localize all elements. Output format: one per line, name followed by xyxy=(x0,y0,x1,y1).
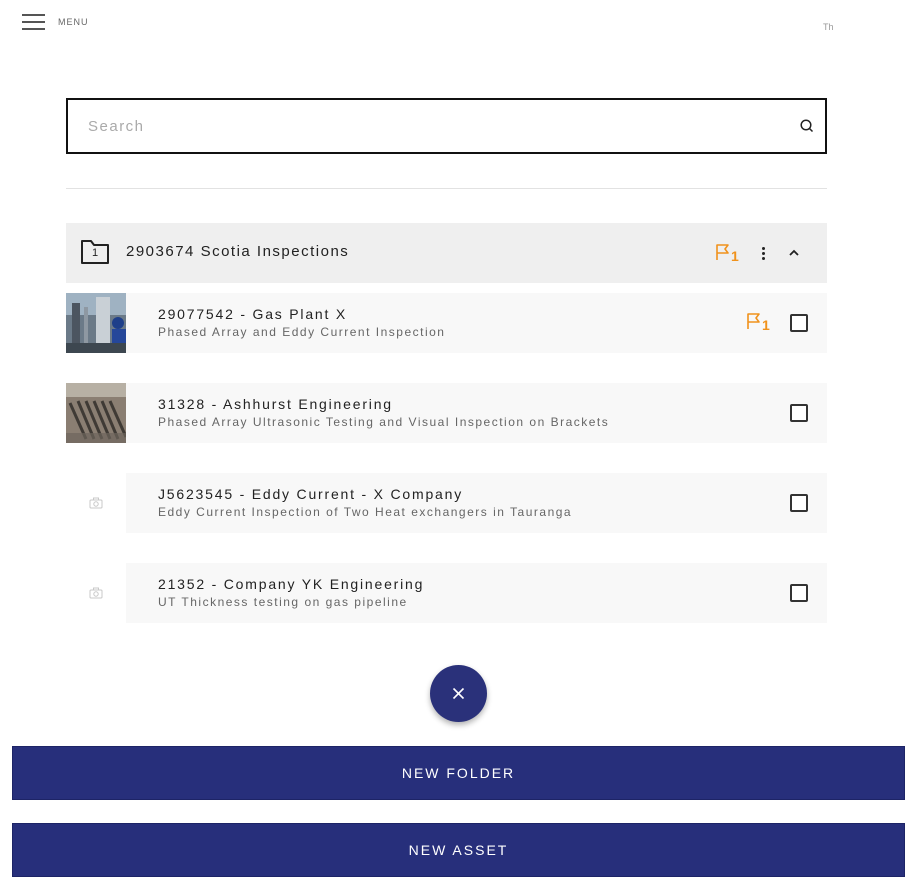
asset-subtitle: UT Thickness testing on gas pipeline xyxy=(158,595,408,609)
asset-row[interactable]: 31328 - Ashhurst Engineering Phased Arra… xyxy=(66,383,827,443)
asset-title[interactable]: 21352 - Company YK Engineering xyxy=(158,576,424,592)
asset-subtitle: Eddy Current Inspection of Two Heat exch… xyxy=(158,505,573,519)
asset-thumbnail[interactable] xyxy=(66,293,126,353)
asset-title[interactable]: J5623545 - Eddy Current - X Company xyxy=(158,486,463,502)
asset-card[interactable]: J5623545 - Eddy Current - X Company Eddy… xyxy=(126,473,827,533)
asset-title[interactable]: 31328 - Ashhurst Engineering xyxy=(158,396,393,412)
menu-label[interactable]: MENU xyxy=(58,17,89,27)
folder-item-count: 1 xyxy=(91,247,99,259)
asset-card[interactable]: 21352 - Company YK Engineering UT Thickn… xyxy=(126,563,827,623)
new-asset-button[interactable]: NEW ASSET xyxy=(12,823,905,877)
flag-icon xyxy=(716,244,729,260)
flag-count: 1 xyxy=(762,317,770,333)
search-input[interactable] xyxy=(88,100,778,152)
menu-button[interactable] xyxy=(22,13,46,31)
flag-icon xyxy=(747,313,760,329)
search-icon[interactable] xyxy=(799,118,815,134)
asset-thumbnail[interactable] xyxy=(66,383,126,443)
asset-thumbnail-placeholder[interactable] xyxy=(66,563,126,623)
folder-title[interactable]: 2903674 Scotia Inspections xyxy=(126,243,349,260)
chevron-up-icon[interactable] xyxy=(787,246,801,260)
asset-card[interactable]: 29077542 - Gas Plant X Phased Array and … xyxy=(126,293,827,353)
asset-row[interactable]: 21352 - Company YK Engineering UT Thickn… xyxy=(66,563,827,623)
close-fab-button[interactable] xyxy=(430,665,487,722)
asset-row[interactable]: 29077542 - Gas Plant X Phased Array and … xyxy=(66,293,827,353)
flag-count: 1 xyxy=(731,248,739,264)
user-initials[interactable]: Th xyxy=(823,22,834,32)
asset-checkbox[interactable] xyxy=(790,314,808,332)
asset-card[interactable]: 31328 - Ashhurst Engineering Phased Arra… xyxy=(126,383,827,443)
hamburger-icon xyxy=(22,14,45,16)
camera-icon xyxy=(89,497,103,509)
folder-row[interactable]: 1 2903674 Scotia Inspections 1 xyxy=(66,223,827,283)
close-icon xyxy=(452,687,465,700)
asset-subtitle: Phased Array and Eddy Current Inspection xyxy=(158,325,446,339)
asset-subtitle: Phased Array Ultrasonic Testing and Visu… xyxy=(158,415,610,429)
search-box xyxy=(66,98,827,154)
asset-thumbnail-placeholder[interactable] xyxy=(66,473,126,533)
asset-checkbox[interactable] xyxy=(790,404,808,422)
new-folder-button[interactable]: NEW FOLDER xyxy=(12,746,905,800)
divider xyxy=(66,188,827,189)
camera-icon xyxy=(89,587,103,599)
asset-flag-badge[interactable]: 1 xyxy=(746,312,772,333)
asset-row[interactable]: J5623545 - Eddy Current - X Company Eddy… xyxy=(66,473,827,533)
asset-title[interactable]: 29077542 - Gas Plant X xyxy=(158,306,347,322)
asset-checkbox[interactable] xyxy=(790,584,808,602)
asset-checkbox[interactable] xyxy=(790,494,808,512)
folder-flag-badge[interactable]: 1 xyxy=(715,243,741,264)
more-options-icon[interactable] xyxy=(756,243,770,263)
